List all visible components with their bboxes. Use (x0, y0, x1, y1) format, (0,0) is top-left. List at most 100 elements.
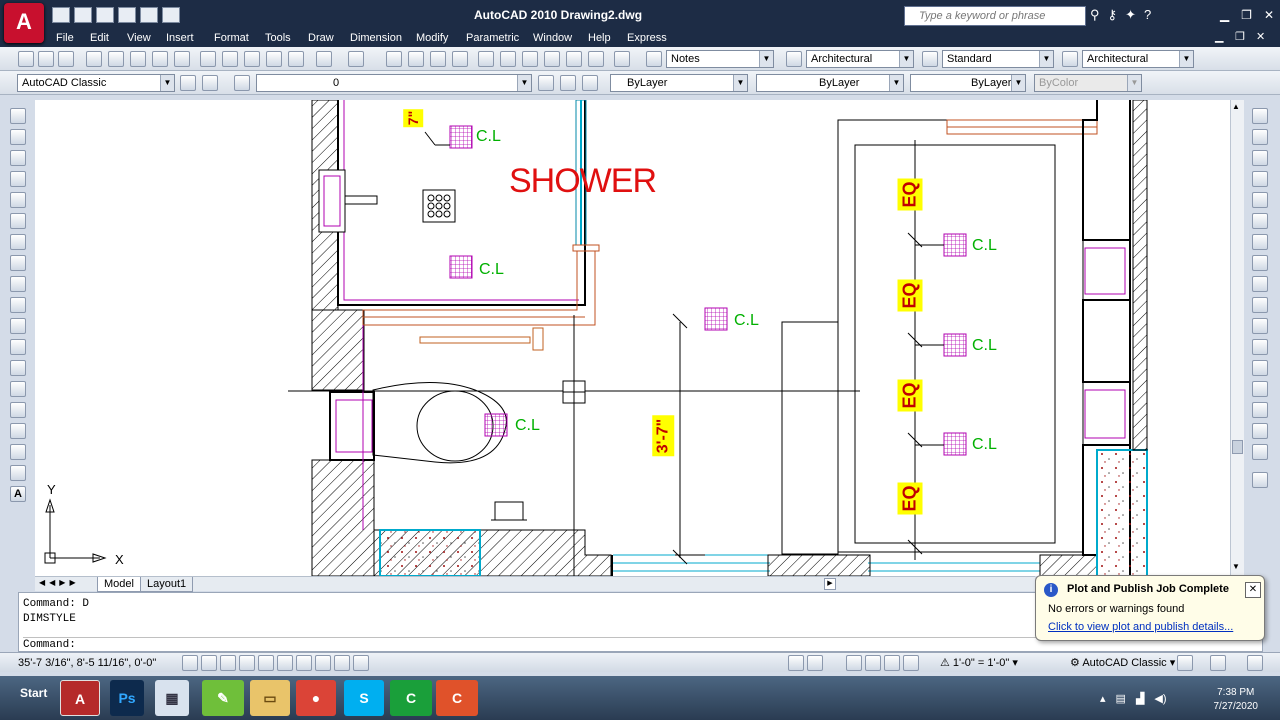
camtasia-recorder-taskbar-icon[interactable]: C (390, 680, 432, 716)
mirror-icon[interactable] (1252, 150, 1268, 166)
search-input[interactable]: Type a keyword or phrase (904, 6, 1086, 26)
make-current-icon[interactable] (538, 75, 554, 91)
text-style-select[interactable]: Notes (666, 50, 774, 68)
explode-icon[interactable] (1252, 444, 1268, 460)
binoculars-icon[interactable]: ⚲ (1090, 7, 1100, 23)
ellipse-arc-icon[interactable] (10, 318, 26, 334)
lock-icon[interactable] (1177, 655, 1193, 671)
open-file-icon[interactable] (38, 51, 54, 67)
doc-minimize-icon[interactable]: ▁ (1215, 30, 1223, 43)
tab-navigation-icon[interactable]: ◀◀▶▶ (39, 578, 80, 587)
tray-expand-icon[interactable]: ▴ (1100, 692, 1106, 705)
chrome-taskbar-icon[interactable]: ● (296, 680, 336, 716)
autocad-taskbar-icon[interactable]: A (60, 680, 100, 716)
menu-modify[interactable]: Modify (416, 32, 448, 44)
hatch-icon[interactable] (10, 402, 26, 418)
break-at-point-icon[interactable] (1252, 339, 1268, 355)
table-style-select[interactable]: Standard (942, 50, 1054, 68)
dim-style-icon[interactable] (786, 51, 802, 67)
steering-wheel-icon[interactable] (884, 655, 900, 671)
line-icon[interactable] (10, 108, 26, 124)
lineweight-select[interactable]: ByLayer (910, 74, 1026, 92)
doc-close-icon[interactable]: ✕ (1256, 30, 1265, 43)
zoom-realtime-icon[interactable] (408, 51, 424, 67)
coordinates-readout[interactable]: 35'-7 3/16", 8'-5 11/16", 0'-0" (18, 657, 156, 669)
quickcalc-icon[interactable] (588, 51, 604, 67)
tab-model[interactable]: Model (97, 577, 141, 592)
plot-file-icon[interactable] (86, 51, 102, 67)
model-space-icon[interactable] (788, 655, 804, 671)
workspace-switch[interactable]: ⚙ AutoCAD Classic ▾ (1070, 656, 1175, 669)
menu-express[interactable]: Express (627, 32, 667, 44)
dynamic-input-icon[interactable] (315, 655, 331, 671)
plot-details-link[interactable]: Click to view plot and publish details..… (1048, 621, 1233, 633)
multileader-style-select[interactable]: Architectural (1082, 50, 1194, 68)
object-snap-icon[interactable] (258, 655, 274, 671)
polygon-icon[interactable] (10, 171, 26, 187)
restore-icon[interactable]: ❐ (1241, 8, 1252, 22)
layer-select[interactable]: 0 (256, 74, 532, 92)
linetype-select[interactable]: ByLayer (756, 74, 904, 92)
etransmit-icon[interactable] (174, 51, 190, 67)
tab-layout1[interactable]: Layout1 (140, 577, 194, 592)
grid-display-icon[interactable] (201, 655, 217, 671)
design-center-icon[interactable] (500, 51, 516, 67)
array-icon[interactable] (1252, 192, 1268, 208)
scale-icon[interactable] (1252, 255, 1268, 271)
doc-restore-icon[interactable]: ❐ (1235, 30, 1245, 43)
multiline-text-icon[interactable]: A (10, 486, 26, 502)
make-block-icon[interactable] (10, 360, 26, 376)
table-style-icon[interactable] (922, 51, 938, 67)
redo-icon[interactable] (140, 7, 158, 23)
publish-icon[interactable] (130, 51, 146, 67)
chamfer-icon[interactable] (1252, 402, 1268, 418)
quick-properties-icon[interactable] (353, 655, 369, 671)
cut-icon[interactable] (200, 51, 216, 67)
save-icon[interactable] (96, 7, 114, 23)
menu-file[interactable]: File (56, 32, 74, 44)
snap-mode-icon[interactable] (182, 655, 198, 671)
taskbar-clock[interactable]: 7:38 PM 7/27/2020 (1214, 686, 1259, 714)
match-properties-icon[interactable] (266, 51, 282, 67)
annotation-scale[interactable]: ⚠ 1'-0" = 1'-0" ▾ (940, 656, 1018, 669)
drawing-canvas[interactable]: SHOWER 7" 3'-7" C.L C.L C.L C.L C.L C.L … (35, 100, 1230, 576)
dynamic-ucs-icon[interactable] (296, 655, 312, 671)
region-icon[interactable] (10, 444, 26, 460)
photoshop-taskbar-icon[interactable]: Ps (110, 680, 144, 716)
save-file-icon[interactable] (58, 51, 74, 67)
workspace-select[interactable]: AutoCAD Classic (17, 74, 175, 92)
layer-states-icon[interactable] (582, 75, 598, 91)
menu-draw[interactable]: Draw (308, 32, 334, 44)
clean-screen-icon[interactable] (1247, 655, 1263, 671)
insert-block-icon[interactable] (10, 339, 26, 355)
minimize-icon[interactable]: ▁ (1220, 8, 1229, 22)
text-style-icon[interactable] (646, 51, 662, 67)
stretch-icon[interactable] (1252, 276, 1268, 292)
favorites-icon[interactable]: ✦ (1125, 7, 1136, 23)
calculator-taskbar-icon[interactable]: ▦ (155, 680, 189, 716)
erase-icon[interactable] (1252, 108, 1268, 124)
pan-icon[interactable] (846, 655, 862, 671)
showmotion-icon[interactable] (903, 655, 919, 671)
camtasia-taskbar-icon[interactable]: ✎ (202, 680, 244, 716)
new-icon[interactable] (52, 7, 70, 23)
layer-properties-icon[interactable] (234, 75, 250, 91)
multileader-style-icon[interactable] (1062, 51, 1078, 67)
rectangle-icon[interactable] (10, 192, 26, 208)
point-icon[interactable] (10, 381, 26, 397)
polyline-icon[interactable] (10, 150, 26, 166)
polar-tracking-icon[interactable] (239, 655, 255, 671)
menu-tools[interactable]: Tools (265, 32, 291, 44)
undo-icon[interactable] (316, 51, 332, 67)
scroll-thumb[interactable] (1232, 440, 1243, 454)
quick-view-layouts-icon[interactable] (807, 655, 823, 671)
file-explorer-taskbar-icon[interactable]: ▭ (250, 680, 290, 716)
break-icon[interactable] (1252, 360, 1268, 376)
menu-parametric[interactable]: Parametric (466, 32, 519, 44)
block-editor-icon[interactable] (288, 51, 304, 67)
3d-dwf-icon[interactable] (152, 51, 168, 67)
undo-icon[interactable] (118, 7, 136, 23)
revision-cloud-icon[interactable] (10, 255, 26, 271)
menu-edit[interactable]: Edit (90, 32, 109, 44)
properties-icon[interactable] (478, 51, 494, 67)
